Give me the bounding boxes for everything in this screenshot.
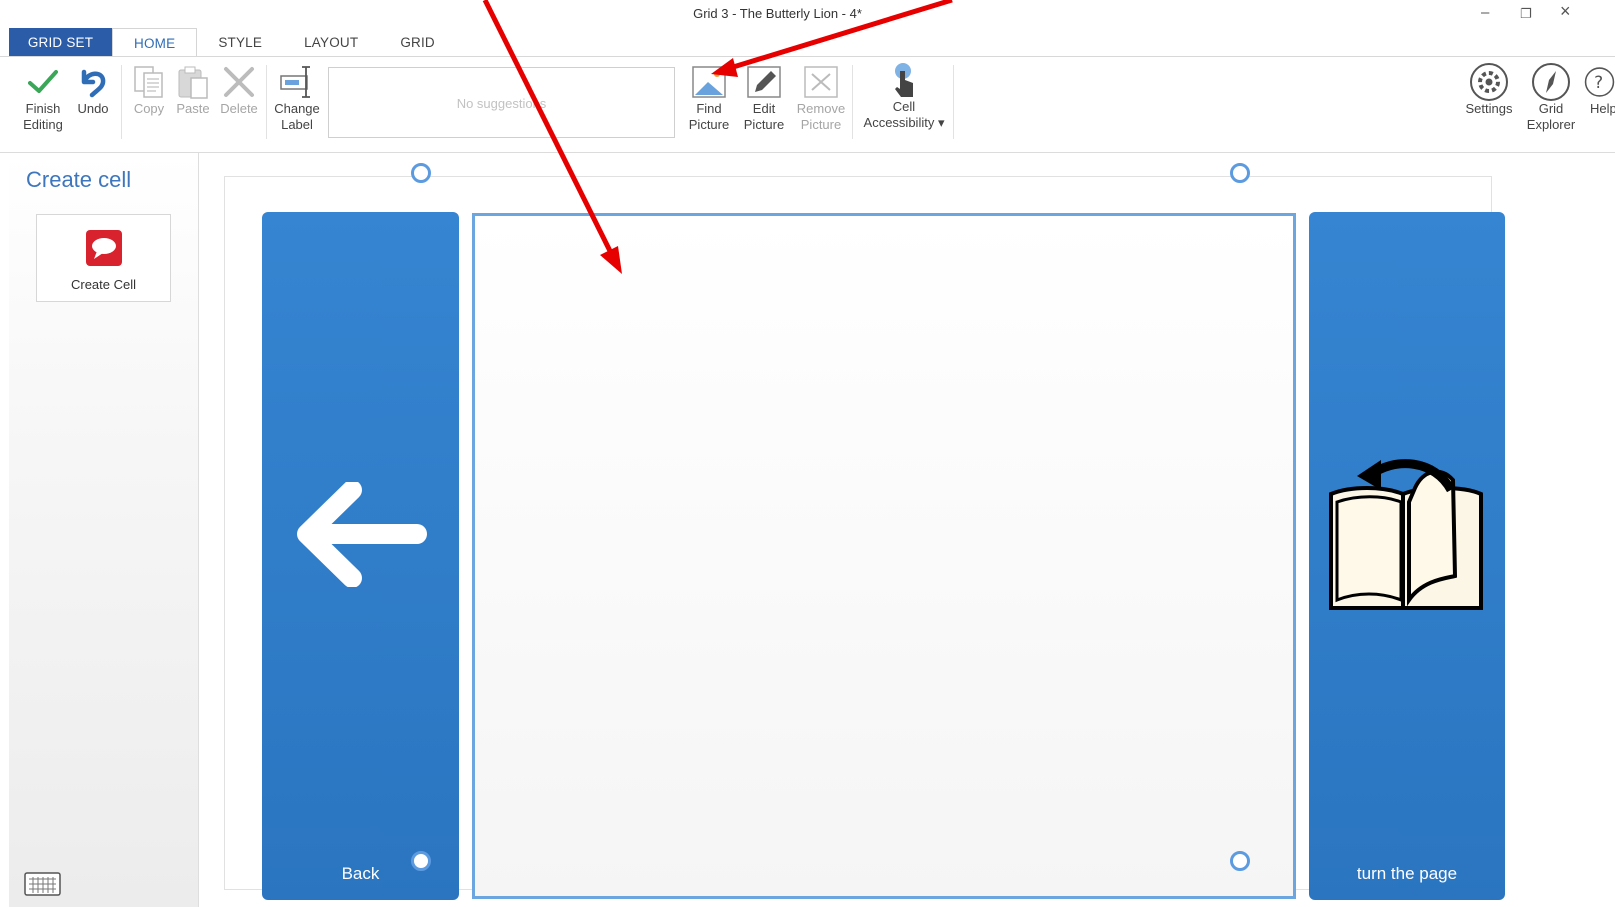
minimize-button[interactable]: ‒ [1481, 4, 1489, 21]
copy-icon [128, 63, 170, 101]
delete-label: Delete [220, 101, 258, 116]
resize-handle-top-right[interactable] [1230, 163, 1250, 183]
title-bar: Grid 3 - The Butterly Lion - 4* ‒ ❐ × [0, 0, 1615, 28]
compass-icon [1520, 63, 1582, 101]
paste-label: Paste [176, 101, 210, 116]
help-label: Help [1590, 101, 1615, 116]
find-picture-label-1: Find [696, 101, 722, 116]
cell-accessibility-label-1: Cell [892, 99, 916, 114]
finish-editing-button[interactable]: Finish Editing [18, 63, 68, 133]
tab-layout[interactable]: LAYOUT [283, 28, 379, 57]
undo-button[interactable]: Undo [72, 63, 114, 117]
ribbon-separator [852, 65, 853, 139]
edit-picture-button[interactable]: Edit Picture [738, 63, 790, 133]
change-label-label-2: Label [281, 117, 313, 132]
resize-handle-top-left[interactable] [411, 163, 431, 183]
ribbon-toolbar: Finish Editing Undo Copy Paste Delete Ch… [0, 57, 1615, 153]
turn-the-page-cell[interactable]: turn the page [1309, 212, 1505, 900]
change-label-label-1: Change [274, 101, 320, 116]
help-icon: ? [1584, 63, 1615, 101]
undo-icon [72, 63, 114, 101]
finish-editing-label-2: Editing [23, 117, 63, 132]
tab-style[interactable]: STYLE [197, 28, 283, 57]
find-picture-button[interactable]: Find Picture [683, 63, 735, 133]
ribbon-separator [953, 65, 954, 139]
change-label-icon [270, 63, 324, 101]
arrow-left-icon [292, 480, 427, 592]
ribbon-separator [266, 65, 267, 139]
settings-icon [1459, 63, 1519, 101]
paste-icon [172, 63, 214, 101]
close-button[interactable]: × [1560, 1, 1571, 22]
book-turn-page-icon [1323, 450, 1493, 625]
cell-accessibility-label-2: Accessibility ▾ [863, 115, 945, 130]
window-title: Grid 3 - The Butterly Lion - 4* [693, 6, 862, 21]
grid-canvas: Back turn the page [199, 153, 1615, 907]
grid-frame: Back turn the page [224, 176, 1505, 900]
create-cell-card[interactable]: Create Cell [36, 214, 171, 302]
edit-picture-label-1: Edit [752, 101, 776, 116]
copy-label: Copy [133, 101, 165, 116]
resize-handle-bottom-right[interactable] [1230, 851, 1250, 871]
grid-explorer-label-2: Explorer [1526, 117, 1576, 132]
change-label-button[interactable]: Change Label [270, 63, 324, 133]
cell-accessibility-button[interactable]: Cell Accessibility ▾ [858, 61, 950, 131]
panel-title: Create cell [26, 167, 132, 192]
remove-picture-label-2: Picture [800, 117, 842, 132]
create-cell-panel: Create cell Create Cell [9, 153, 199, 907]
settings-label: Settings [1465, 101, 1513, 116]
edit-picture-icon [738, 63, 790, 101]
finish-editing-label-1: Finish [25, 101, 61, 116]
back-cell[interactable]: Back [262, 212, 459, 900]
resize-handle-bottom-left[interactable] [411, 851, 431, 871]
remove-picture-label-1: Remove [796, 101, 846, 116]
selected-empty-cell[interactable] [472, 213, 1296, 899]
tab-grid-set[interactable]: GRID SET [9, 28, 112, 57]
restore-button[interactable]: ❐ [1520, 6, 1532, 22]
create-cell-label: Create Cell [70, 277, 137, 292]
find-picture-icon [683, 63, 735, 101]
tab-grid[interactable]: GRID [379, 28, 456, 57]
delete-button[interactable]: Delete [216, 63, 262, 117]
back-label: Back [341, 864, 380, 883]
grid-explorer-button[interactable]: Grid Explorer [1520, 63, 1582, 133]
ribbon-tabs: GRID SET HOME STYLE LAYOUT GRID [9, 28, 456, 58]
check-icon [18, 63, 68, 101]
svg-text:?: ? [1594, 73, 1603, 93]
copy-button[interactable]: Copy [128, 63, 170, 117]
find-picture-label-2: Picture [688, 117, 730, 132]
paste-button[interactable]: Paste [172, 63, 214, 117]
grid-explorer-label-1: Grid [1538, 101, 1564, 116]
help-button[interactable]: ? Help [1584, 63, 1615, 117]
undo-label: Undo [77, 101, 109, 116]
keyboard-icon[interactable] [24, 872, 61, 901]
settings-button[interactable]: Settings [1459, 63, 1519, 117]
remove-picture-button[interactable]: Remove Picture [792, 63, 850, 133]
delete-icon [216, 63, 262, 101]
turn-the-page-label: turn the page [1356, 864, 1458, 883]
tab-home[interactable]: HOME [112, 28, 198, 58]
edit-picture-label-2: Picture [743, 117, 785, 132]
touch-icon [858, 61, 950, 99]
ribbon-separator [121, 65, 122, 139]
suggestions-box[interactable]: No suggestions [328, 67, 675, 138]
remove-picture-icon [792, 63, 850, 101]
speech-bubble-icon [85, 229, 123, 272]
